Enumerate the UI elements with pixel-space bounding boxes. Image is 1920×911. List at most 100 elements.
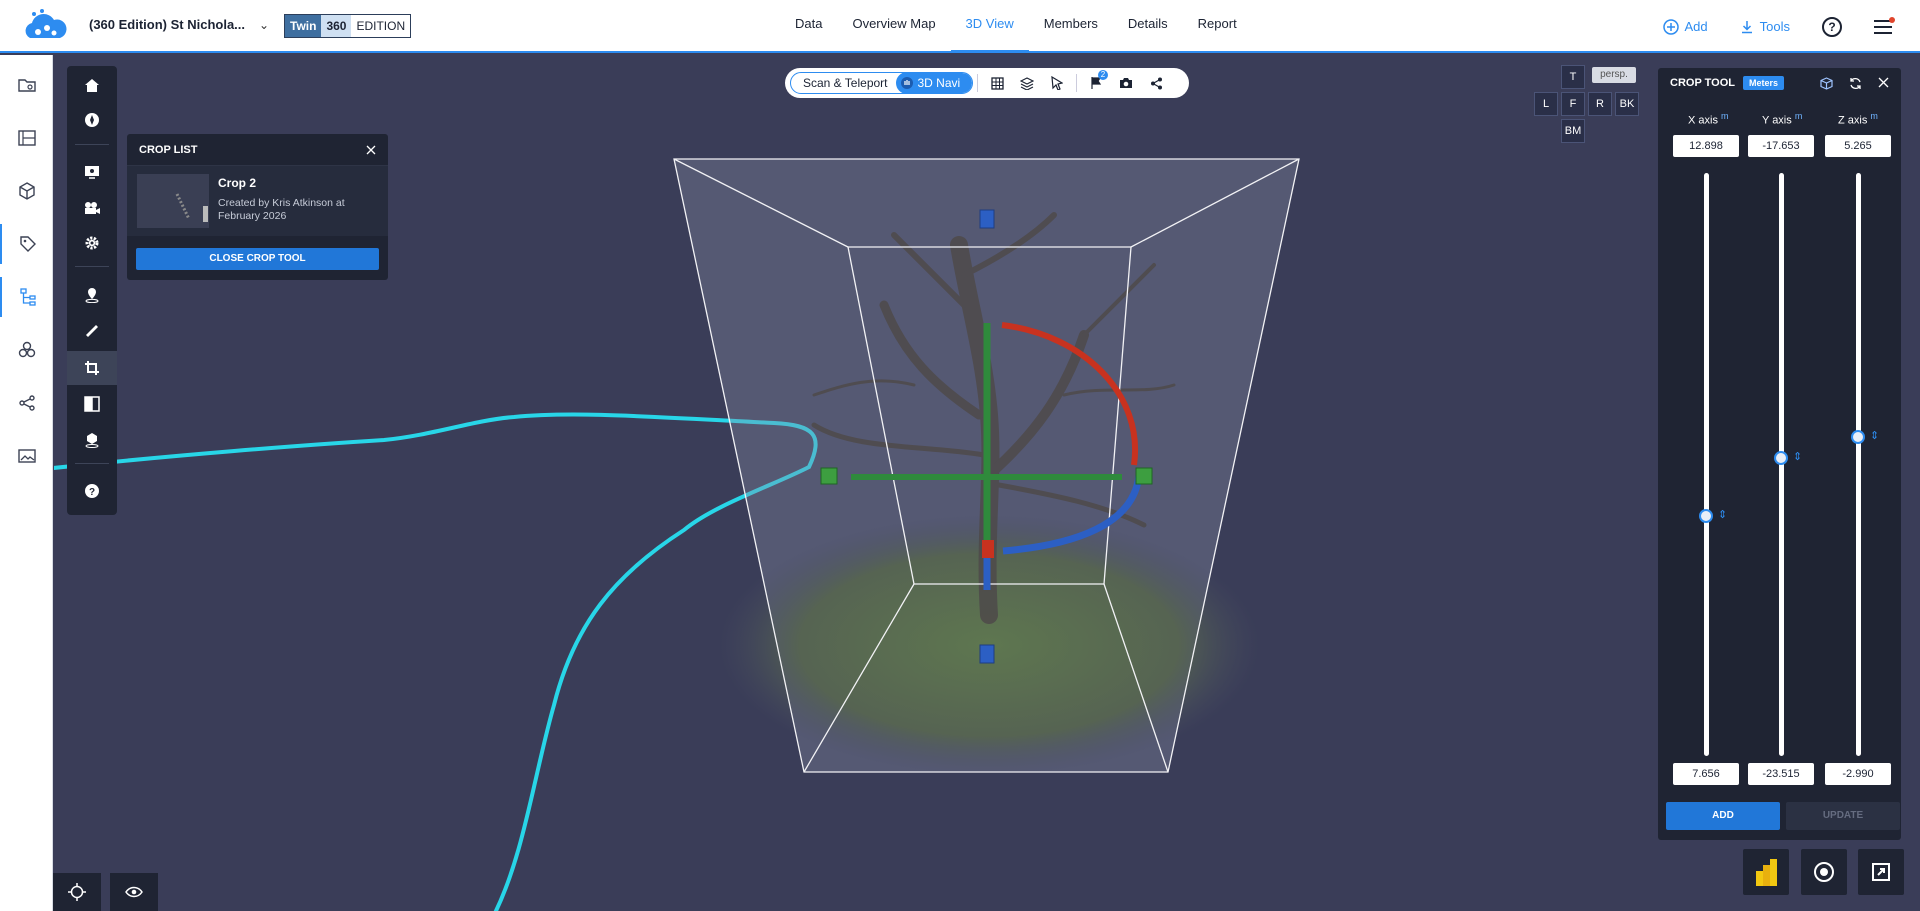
x-axis-slider-knob[interactable] bbox=[1699, 508, 1713, 523]
add-button[interactable]: ADD bbox=[1666, 802, 1780, 830]
x-axis-range-arrows-icon[interactable]: ⇕ bbox=[1718, 508, 1727, 521]
compass-icon[interactable] bbox=[67, 103, 117, 137]
axis-red-handle[interactable] bbox=[982, 540, 994, 558]
tab-overview-map[interactable]: Overview Map bbox=[837, 0, 950, 53]
rail-cube-icon[interactable] bbox=[0, 171, 53, 211]
handle-top[interactable] bbox=[979, 209, 995, 229]
toolbar-separator bbox=[1076, 74, 1078, 92]
download-icon bbox=[1741, 20, 1752, 33]
view-right-button[interactable]: R bbox=[1588, 92, 1612, 116]
z-max-input[interactable]: 5.265 bbox=[1825, 135, 1891, 157]
power-bi-button[interactable] bbox=[1743, 849, 1789, 895]
tool-separator bbox=[75, 463, 109, 464]
tab-3d-view[interactable]: 3D View bbox=[950, 0, 1029, 53]
rail-layers-icon[interactable] bbox=[0, 118, 53, 158]
left-rail bbox=[0, 55, 53, 911]
close-icon[interactable] bbox=[366, 145, 376, 155]
chevron-down-icon[interactable]: ⌄ bbox=[259, 18, 269, 32]
visibility-button[interactable] bbox=[110, 873, 158, 911]
project-title[interactable]: (360 Edition) St Nichola... bbox=[89, 17, 245, 32]
view-left-button[interactable]: L bbox=[1534, 92, 1558, 116]
grid-icon[interactable] bbox=[982, 72, 1012, 94]
power-bi-icon bbox=[1756, 859, 1777, 886]
video-camera-icon[interactable] bbox=[67, 191, 117, 225]
box-icon[interactable] bbox=[1820, 76, 1833, 90]
y-max-input[interactable]: -17.653 bbox=[1748, 135, 1814, 157]
z-axis-slider-track[interactable] bbox=[1856, 173, 1861, 756]
mode-toggle[interactable]: Scan & Teleport 3D Navi bbox=[790, 72, 974, 94]
layers-icon[interactable] bbox=[1012, 72, 1042, 94]
update-button[interactable]: UPDATE bbox=[1786, 802, 1900, 830]
help-icon[interactable]: ? bbox=[1822, 16, 1842, 37]
ruler-icon[interactable] bbox=[67, 314, 117, 348]
rail-image-icon[interactable] bbox=[0, 436, 53, 476]
projection-toggle[interactable]: persp. bbox=[1592, 67, 1636, 83]
tab-members[interactable]: Members bbox=[1029, 0, 1113, 53]
close-icon[interactable] bbox=[1878, 77, 1889, 88]
y-axis-label-text: Y axis bbox=[1762, 114, 1792, 127]
crop-tool-actions bbox=[1820, 76, 1889, 90]
target-button[interactable] bbox=[1801, 849, 1847, 895]
handle-bottom[interactable] bbox=[979, 644, 995, 664]
navi-label: 3D Navi bbox=[917, 76, 961, 90]
pointer-icon[interactable] bbox=[1042, 72, 1072, 94]
compare-icon[interactable] bbox=[67, 387, 117, 421]
close-crop-tool-button[interactable]: CLOSE CROP TOOL bbox=[136, 248, 379, 270]
view-bottom-button[interactable]: BM bbox=[1561, 119, 1585, 143]
handle-right[interactable] bbox=[1135, 467, 1153, 485]
add-label: Add bbox=[1684, 19, 1708, 34]
add-button[interactable]: Add bbox=[1662, 18, 1708, 35]
view-front-button[interactable]: F bbox=[1561, 92, 1585, 116]
scan-teleport-option[interactable]: Scan & Teleport bbox=[791, 76, 895, 90]
rail-tag-icon[interactable] bbox=[0, 224, 53, 264]
recenter-button[interactable] bbox=[53, 873, 101, 911]
crop-list-item[interactable]: Crop 2 Created by Kris Atkinson at Febru… bbox=[127, 166, 388, 236]
model-pin-icon[interactable] bbox=[67, 423, 117, 457]
flag-icon[interactable]: 2 bbox=[1081, 70, 1111, 94]
hamburger-menu-icon[interactable] bbox=[1874, 16, 1895, 34]
target-icon bbox=[1814, 862, 1834, 882]
tab-data[interactable]: Data bbox=[780, 0, 837, 53]
location-pin-icon[interactable] bbox=[67, 278, 117, 312]
tool-column: ? bbox=[67, 66, 117, 515]
unit-sup: m bbox=[1794, 111, 1803, 121]
x-axis-slider-track[interactable] bbox=[1704, 173, 1709, 756]
gear-icon[interactable] bbox=[67, 226, 117, 260]
screen-capture-icon[interactable] bbox=[67, 155, 117, 189]
expand-icon bbox=[1872, 863, 1890, 881]
crop-tool-title: CROP TOOL bbox=[1670, 77, 1735, 89]
handle-left[interactable] bbox=[820, 467, 838, 485]
top-actions: Add Tools ? bbox=[1662, 0, 1920, 53]
crop-tool-panel: CROP TOOL Meters X axis m Y axis m Z axi… bbox=[1658, 68, 1901, 840]
view-top-button[interactable]: T bbox=[1561, 65, 1585, 89]
y-axis-range-arrows-icon[interactable]: ⇕ bbox=[1793, 450, 1802, 463]
y-axis-slider-knob[interactable] bbox=[1774, 450, 1788, 465]
share-icon[interactable] bbox=[1141, 72, 1171, 94]
fullscreen-button[interactable] bbox=[1858, 849, 1904, 895]
view-back-button[interactable]: BK bbox=[1615, 92, 1639, 116]
tab-details[interactable]: Details bbox=[1113, 0, 1183, 53]
rail-share-icon[interactable] bbox=[0, 383, 53, 423]
y-min-input[interactable]: -23.515 bbox=[1748, 763, 1814, 785]
refresh-icon[interactable] bbox=[1849, 77, 1862, 90]
units-badge[interactable]: Meters bbox=[1743, 76, 1785, 90]
app-logo-icon[interactable] bbox=[20, 8, 68, 44]
rail-folder-icon[interactable] bbox=[0, 65, 53, 105]
camera-icon[interactable] bbox=[1111, 72, 1141, 94]
z-min-input[interactable]: -2.990 bbox=[1825, 763, 1891, 785]
home-icon[interactable] bbox=[67, 68, 117, 102]
edition-badge: Twin 360 EDITION bbox=[284, 14, 412, 38]
tools-button[interactable]: Tools bbox=[1740, 19, 1790, 34]
z-axis-slider-knob[interactable] bbox=[1851, 430, 1865, 445]
x-min-input[interactable]: 7.656 bbox=[1673, 763, 1739, 785]
eye-icon bbox=[125, 886, 143, 898]
crop-icon[interactable] bbox=[67, 351, 117, 385]
x-max-input[interactable]: 12.898 bbox=[1673, 135, 1739, 157]
rail-cluster-icon[interactable] bbox=[0, 330, 53, 370]
navi-option[interactable]: 3D Navi bbox=[895, 73, 973, 93]
help-icon[interactable]: ? bbox=[67, 474, 117, 508]
crop-tool-header: CROP TOOL Meters bbox=[1658, 68, 1901, 98]
tab-report[interactable]: Report bbox=[1183, 0, 1252, 53]
rail-hierarchy-icon[interactable] bbox=[0, 277, 53, 317]
z-axis-range-arrows-icon[interactable]: ⇕ bbox=[1870, 429, 1879, 442]
